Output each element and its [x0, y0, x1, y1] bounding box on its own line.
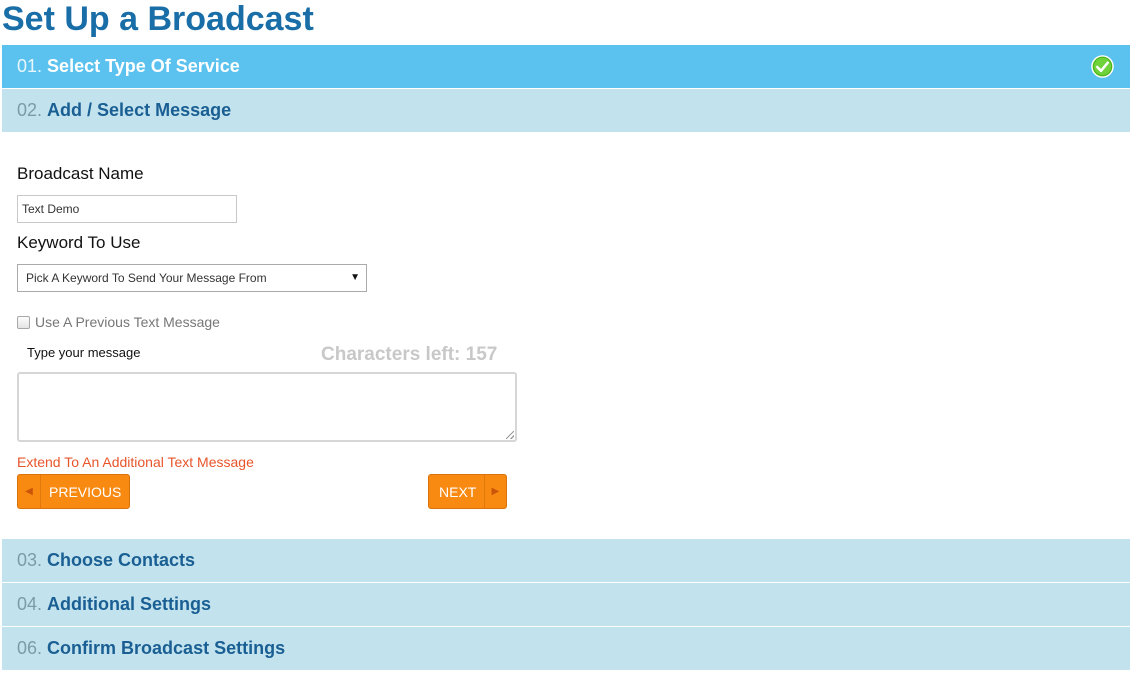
step-choose-contacts[interactable]: 03. Choose Contacts	[2, 539, 1130, 582]
triangle-right-icon: ▶	[483, 475, 506, 508]
step-number: 01.	[17, 56, 43, 76]
broadcast-name-input[interactable]	[17, 195, 237, 223]
step-number: 04.	[17, 594, 43, 614]
previous-button[interactable]: ◀ PREVIOUS	[17, 474, 130, 509]
triangle-left-icon: ◀	[18, 475, 41, 508]
keyword-select[interactable]: Pick A Keyword To Send Your Message From…	[17, 264, 367, 292]
step-label: Select Type Of Service	[47, 56, 240, 76]
message-textarea[interactable]	[17, 372, 517, 442]
step-number: 03.	[17, 550, 43, 570]
step-label: Confirm Broadcast Settings	[47, 638, 286, 658]
resize-grip-icon[interactable]	[506, 431, 514, 439]
step-select-type-of-service[interactable]: 01. Select Type Of Service	[2, 45, 1130, 88]
triangle-down-icon: ▼	[350, 272, 360, 283]
characters-left-counter: Characters left: 157	[321, 344, 498, 365]
previous-message-label: Use A Previous Text Message	[35, 314, 220, 330]
step-confirm-broadcast-settings[interactable]: 06. Confirm Broadcast Settings	[2, 627, 1130, 670]
next-button[interactable]: NEXT ▶	[428, 474, 507, 509]
previous-button-label: PREVIOUS	[49, 483, 122, 500]
message-label: Type your message	[27, 345, 141, 360]
page-title: Set Up a Broadcast	[2, 0, 314, 38]
step-label: Choose Contacts	[47, 550, 196, 570]
step-number: 02.	[17, 100, 43, 120]
check-circle-icon	[1091, 55, 1114, 78]
broadcast-name-label: Broadcast Name	[17, 164, 144, 183]
step-label: Additional Settings	[47, 594, 212, 614]
step-add-select-message[interactable]: 02. Add / Select Message	[2, 89, 1130, 132]
step-label: Add / Select Message	[47, 100, 232, 120]
step-number: 06.	[17, 638, 43, 658]
keyword-label: Keyword To Use	[17, 233, 141, 252]
extend-message-link[interactable]: Extend To An Additional Text Message	[17, 454, 254, 470]
previous-message-option[interactable]: Use A Previous Text Message	[17, 314, 220, 330]
next-button-label: NEXT	[439, 483, 477, 500]
step-additional-settings[interactable]: 04. Additional Settings	[2, 583, 1130, 626]
keyword-selected-value: Pick A Keyword To Send Your Message From	[26, 271, 267, 285]
previous-message-checkbox[interactable]	[17, 315, 30, 329]
